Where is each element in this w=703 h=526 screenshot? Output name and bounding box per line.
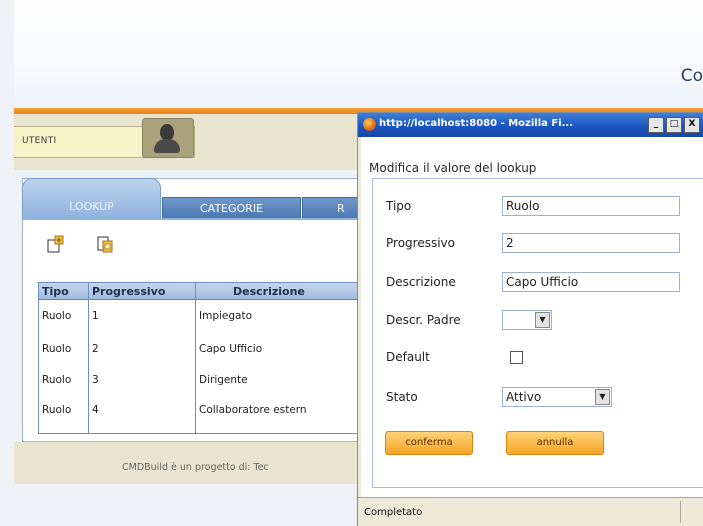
column-divider <box>88 283 89 433</box>
minimize-button[interactable]: _ <box>648 117 664 133</box>
status-bar: Completato <box>358 497 703 526</box>
column-header-tipo[interactable]: Tipo <box>42 285 69 298</box>
status-text: Completato <box>364 507 423 518</box>
column-divider <box>195 283 196 433</box>
label-tipo: Tipo <box>386 199 412 213</box>
cell-tipo: Ruolo <box>42 310 72 322</box>
cell-descrizione: Impiegato <box>199 310 253 322</box>
tab-r[interactable]: R <box>302 197 364 219</box>
form-title: Modifica il valore del lookup <box>369 161 537 175</box>
tab-label: R <box>337 202 345 215</box>
tab-underline <box>22 218 362 220</box>
cell-progressivo: 4 <box>92 404 99 416</box>
modify-lookup-icon[interactable] <box>95 234 115 254</box>
popup-content: Modifica il valore del lookup Tipo Ruolo… <box>361 137 703 497</box>
chevron-down-icon[interactable]: ▼ <box>535 312 550 328</box>
cell-descrizione: Dirigente <box>199 374 248 386</box>
cell-descrizione: Collaboratore estern <box>199 404 307 416</box>
descrizione-field[interactable]: Capo Ufficio <box>502 272 680 292</box>
page: Co UTENTI LOOKUP CATEGORIE R Tipo Progre… <box>0 0 703 526</box>
lookup-grid: Tipo Progressivo Descrizione Ruolo 1 Imp… <box>38 282 364 434</box>
popup-title: http://localhost:8080 - Mozilla Fi... <box>379 118 574 129</box>
footer: CMDBuild è un progetto di: Tec <box>14 442 362 484</box>
popup-titlebar[interactable]: http://localhost:8080 - Mozilla Fi... _ … <box>358 113 703 137</box>
label-descrizione: Descrizione <box>386 275 456 289</box>
chevron-down-icon[interactable]: ▼ <box>595 389 610 405</box>
cell-tipo: Ruolo <box>42 404 72 416</box>
cell-tipo: Ruolo <box>42 374 72 386</box>
cell-descrizione: Capo Ufficio <box>199 343 263 355</box>
app-title: Co <box>680 66 703 86</box>
firefox-icon <box>363 118 376 131</box>
tab-label: LOOKUP <box>69 200 114 213</box>
cell-progressivo: 1 <box>92 310 99 322</box>
default-checkbox[interactable] <box>510 351 523 364</box>
user-avatar[interactable] <box>142 118 194 158</box>
descr-padre-select[interactable]: ▼ <box>502 310 552 330</box>
avatar-body <box>154 139 180 153</box>
confirm-button[interactable]: conferma <box>385 431 473 455</box>
app-header: Co <box>14 0 703 110</box>
user-menu-label: UTENTI <box>22 136 57 146</box>
progressivo-field[interactable]: 2 <box>502 233 680 253</box>
tipo-field[interactable]: Ruolo <box>502 196 680 216</box>
label-stato: Stato <box>386 390 418 404</box>
cell-progressivo: 2 <box>92 343 99 355</box>
tab-label: CATEGORIE <box>199 202 264 215</box>
column-header-descrizione[interactable]: Descrizione <box>233 285 305 298</box>
popup-window: http://localhost:8080 - Mozilla Fi... _ … <box>357 112 703 526</box>
tab-categorie[interactable]: CATEGORIE <box>162 197 301 219</box>
column-header-progressivo[interactable]: Progressivo <box>92 285 165 298</box>
stato-value: Attivo <box>506 390 542 404</box>
cell-tipo: Ruolo <box>42 343 72 355</box>
status-divider <box>680 501 681 523</box>
footer-text: CMDBuild è un progetto di: Tec <box>122 462 269 473</box>
label-descr-padre: Descr. Padre <box>386 313 461 327</box>
stato-select[interactable]: Attivo ▼ <box>502 387 612 407</box>
add-lookup-icon[interactable] <box>46 234 66 254</box>
label-default: Default <box>386 350 430 364</box>
close-button[interactable]: X <box>684 117 700 133</box>
cancel-button[interactable]: annulla <box>506 431 604 455</box>
label-progressivo: Progressivo <box>386 236 455 250</box>
lookup-form: Tipo Ruolo Progressivo 2 Descrizione Cap… <box>372 178 703 488</box>
cell-progressivo: 3 <box>92 374 99 386</box>
tab-lookup[interactable]: LOOKUP <box>22 178 161 219</box>
maximize-button[interactable]: □ <box>666 117 682 133</box>
